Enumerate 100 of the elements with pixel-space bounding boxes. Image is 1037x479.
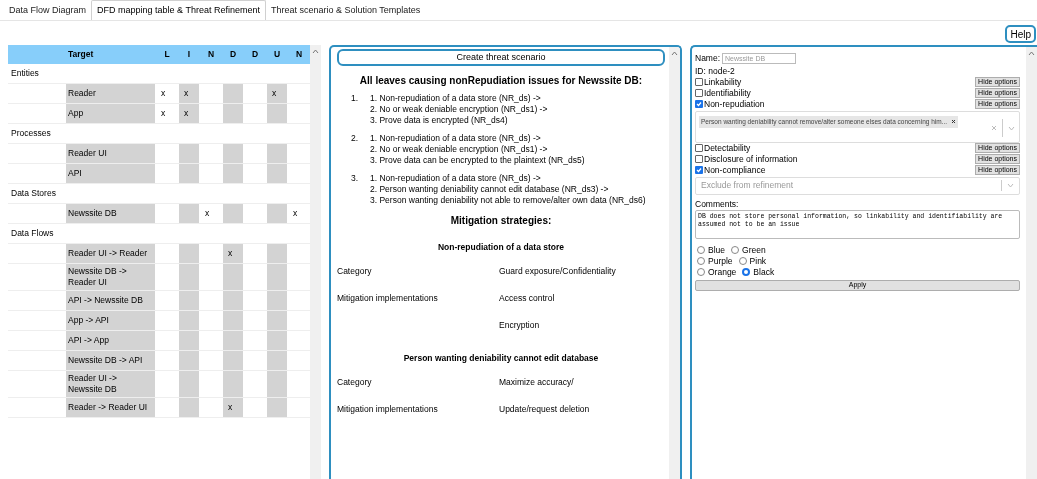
table-cell — [267, 398, 287, 417]
table-cell — [267, 264, 287, 290]
table-cell — [223, 104, 243, 123]
comments-label: Comments: — [695, 198, 740, 210]
target-cell: API — [66, 164, 155, 183]
tab[interactable]: Threat scenario & Solution Templates — [265, 2, 426, 20]
table-cell — [223, 264, 243, 290]
checkbox[interactable] — [695, 155, 703, 164]
scrollbar[interactable] — [1026, 47, 1037, 479]
table-cell — [267, 291, 287, 310]
target-cell: Newssite DB -> API — [66, 351, 155, 370]
leaf-step: 3. Person wanting deniability not able to remove/alter own data (NR_ds6) — [370, 195, 646, 206]
radio-label: Orange — [708, 266, 737, 279]
checkbox[interactable] — [695, 100, 703, 109]
target-cell: API -> Newssite DB — [66, 291, 155, 310]
threat-label: Detectability — [704, 141, 752, 155]
table-cell — [223, 164, 243, 183]
table-cell — [267, 351, 287, 370]
leaf-step: 1. Non-repudiation of a data store (NR_ds) -> — [370, 173, 646, 184]
clear-icon[interactable] — [991, 125, 997, 132]
column-header: I — [186, 48, 192, 61]
table-cell — [179, 164, 199, 183]
radio-label: Purple — [708, 254, 733, 268]
column-header: N — [206, 48, 216, 61]
list-number: 3. — [350, 173, 360, 185]
group-label: Data Stores — [11, 187, 56, 200]
scroll-up-icon[interactable] — [1028, 51, 1035, 56]
radio-button[interactable] — [731, 246, 739, 254]
radio-button[interactable] — [738, 257, 747, 265]
target-cell: Reader UI -> Reader — [66, 244, 155, 263]
table-cell — [179, 264, 199, 290]
radio-label: Black — [753, 265, 775, 279]
mitigation-title: Non-repudiation of a data store — [436, 241, 566, 254]
table-cell — [223, 204, 243, 223]
radio-button[interactable] — [742, 268, 751, 276]
table-cell — [267, 104, 287, 123]
table-cell — [179, 244, 199, 263]
table-cell — [267, 311, 287, 330]
target-cell: Newssite DB -> Reader UI — [66, 264, 155, 290]
create-threat-scenario-button[interactable]: Create threat scenario — [337, 49, 665, 66]
mitigation-value: Encryption — [499, 318, 540, 332]
radio-label: Blue — [708, 243, 725, 257]
column-header: D — [228, 48, 238, 61]
scroll-up-icon[interactable] — [312, 49, 319, 54]
mitigation-value: Update/request deletion — [499, 402, 590, 416]
threat-label: Identifiability — [704, 87, 752, 100]
table-cell — [223, 144, 243, 163]
scrollbar[interactable] — [669, 47, 680, 479]
tab[interactable]: Data Flow Diagram — [4, 2, 92, 20]
group-label: Processes — [11, 127, 51, 140]
checkbox[interactable] — [695, 78, 703, 87]
table-cell — [179, 398, 199, 417]
scroll-up-icon[interactable] — [671, 51, 678, 56]
table-cell — [179, 291, 199, 310]
mitigation-label: Mitigation implementations — [337, 292, 438, 303]
target-cell: Reader -> Reader UI — [66, 398, 155, 417]
table-cell: x — [179, 104, 199, 123]
leaf-step: 1. Non-repudiation of a data store (NR_ds) -> — [370, 133, 585, 144]
table-cell-text: x — [292, 207, 299, 221]
column-header: D — [250, 48, 260, 61]
column-header: U — [272, 48, 282, 61]
remove-tag-icon[interactable] — [951, 119, 957, 125]
target-cell: App — [66, 104, 155, 123]
target-cell: Newssite DB — [66, 204, 155, 223]
mitigation-label: Category — [337, 265, 372, 276]
chevron-down-icon[interactable] — [1007, 183, 1014, 189]
table-cell — [267, 144, 287, 163]
tab[interactable]: DFD mapping table & Threat Refinement — [91, 0, 266, 20]
table-cell — [223, 84, 243, 103]
list-number: 2. — [350, 133, 360, 145]
mitigation-heading: Mitigation strategies: — [449, 214, 553, 228]
threat-label: Linkability — [704, 75, 743, 89]
node-id: ID: node-2 — [695, 64, 736, 77]
help-button[interactable]: Help — [1005, 25, 1036, 43]
checkbox[interactable] — [695, 166, 703, 175]
leaf-step: 2. No or weak deniable encryption (NR_ds1) -> — [370, 144, 585, 155]
mitigation-value: Guard exposure/Confidentiality — [499, 264, 616, 278]
table-cell — [267, 371, 287, 397]
target-cell: Reader UI -> Newssite DB — [66, 371, 155, 397]
scrollbar[interactable] — [310, 45, 321, 479]
target-cell: App -> API — [66, 311, 155, 330]
radio-label: Pink — [749, 254, 767, 268]
table-cell — [179, 331, 199, 350]
checkbox[interactable] — [695, 89, 703, 98]
leaf-step: 2. No or weak deniable encryption (NR_ds1) -> — [370, 104, 548, 115]
table-cell: x — [267, 84, 287, 103]
table-cell — [223, 351, 243, 370]
radio-button[interactable] — [697, 268, 705, 276]
radio-label: Green — [742, 243, 766, 257]
checkbox[interactable] — [695, 144, 703, 153]
radio-button[interactable] — [697, 257, 705, 265]
table-cell — [179, 204, 199, 223]
mitigation-label: Mitigation implementations — [337, 403, 438, 414]
chevron-down-icon[interactable] — [1008, 125, 1015, 131]
leaf-step: 3. Prove data is encrypted (NR_ds4) — [370, 115, 548, 126]
leaf-step: 3. Prove data can be encrypted to the plaintext (NR_ds5) — [370, 155, 585, 166]
threat-label: Non-repudiation — [704, 98, 766, 111]
radio-button[interactable] — [697, 246, 705, 254]
mitigation-label: Category — [337, 376, 372, 387]
leaves-heading: All leaves causing nonRepudiation issues for Newssite DB: — [358, 74, 644, 88]
